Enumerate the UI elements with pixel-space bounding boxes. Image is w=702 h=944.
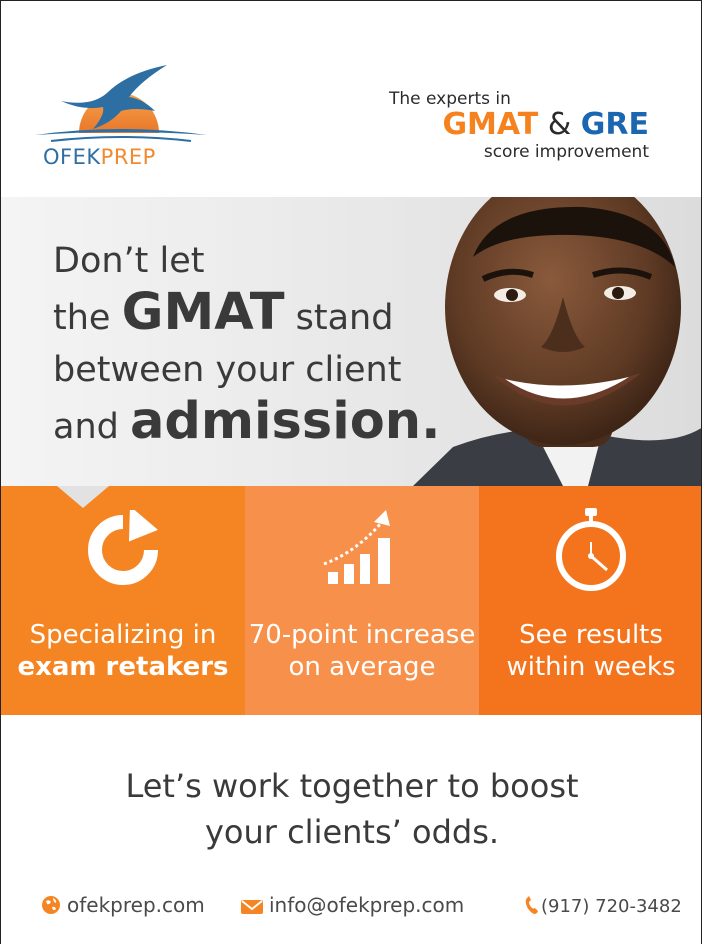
headline-line-1: Don’t let bbox=[53, 241, 205, 281]
feature-increase: 70-point increase on average bbox=[245, 486, 479, 715]
logo-word-prep: PREP bbox=[100, 145, 156, 169]
flyer-page: OFEKPREP The experts in GMAT & GRE score… bbox=[0, 0, 702, 944]
headline-gmat: GMAT bbox=[121, 283, 285, 342]
tagline-gre: GRE bbox=[580, 107, 649, 142]
refresh-arrow-icon bbox=[83, 506, 163, 594]
hero-banner: Don’t let the GMAT stand between your cl… bbox=[1, 197, 701, 486]
feature-results: See results within weeks bbox=[479, 486, 701, 715]
growth-chart-icon bbox=[322, 508, 402, 596]
phone-icon bbox=[525, 895, 539, 920]
features-band: Specializing in exam retakers 70-point i… bbox=[1, 486, 701, 715]
website-link[interactable]: ofekprep.com bbox=[67, 893, 205, 917]
feature-3-line-2: within weeks bbox=[506, 652, 676, 682]
feature-retakers: Specializing in exam retakers bbox=[1, 486, 245, 715]
headline-stand: stand bbox=[284, 298, 394, 338]
headline-line-3: between your client bbox=[53, 350, 402, 390]
feature-2-line-1: 70-point increase bbox=[248, 620, 476, 650]
tagline-tests: GMAT & GRE bbox=[442, 107, 649, 142]
globe-icon bbox=[41, 895, 61, 920]
tagline-bottom: score improvement bbox=[483, 142, 649, 162]
envelope-icon bbox=[241, 896, 263, 920]
stopwatch-icon bbox=[549, 506, 633, 596]
logo-wordmark: OFEKPREP bbox=[43, 145, 156, 169]
feature-3-line-1: See results bbox=[519, 620, 663, 650]
hero-headline: Don’t let the GMAT stand between your cl… bbox=[53, 235, 440, 453]
contact-website[interactable]: ofekprep.com bbox=[41, 893, 205, 920]
email-link[interactable]: info@ofekprep.com bbox=[269, 893, 464, 917]
headline-admission: admission. bbox=[129, 392, 441, 451]
phone-number[interactable]: (917) 720-3482 bbox=[541, 896, 682, 917]
headline-and: and bbox=[53, 407, 130, 447]
contact-bar: ofekprep.com info@ofekprep.com (917) 720… bbox=[1, 893, 701, 927]
bird-sun-logo-icon bbox=[35, 65, 207, 142]
headline-the: the bbox=[53, 298, 122, 338]
feature-1-line-2: exam retakers bbox=[17, 652, 229, 682]
contact-email[interactable]: info@ofekprep.com bbox=[241, 893, 464, 920]
headline-line-2: the GMAT stand bbox=[53, 287, 440, 344]
closing-message: Let’s work together to boost your client… bbox=[1, 763, 701, 855]
feature-1-line-1: Specializing in bbox=[29, 620, 217, 650]
cta-line-2: your clients’ odds. bbox=[204, 813, 500, 851]
tagline-gmat: GMAT bbox=[442, 107, 539, 142]
headline-line-4: and admission. bbox=[53, 396, 440, 453]
feature-2-line-2: on average bbox=[288, 652, 436, 682]
tagline-ampersand: & bbox=[547, 107, 572, 142]
ofekprep-logo: OFEKPREP bbox=[31, 63, 211, 183]
contact-phone[interactable]: (917) 720-3482 bbox=[525, 895, 682, 920]
cta-line-1: Let’s work together to boost bbox=[125, 767, 579, 805]
logo-word-ofek: OFEK bbox=[43, 145, 101, 169]
hero-pointer-notch bbox=[57, 486, 109, 508]
tagline-top: The experts in bbox=[389, 89, 511, 109]
smiling-man-photo bbox=[413, 197, 701, 486]
